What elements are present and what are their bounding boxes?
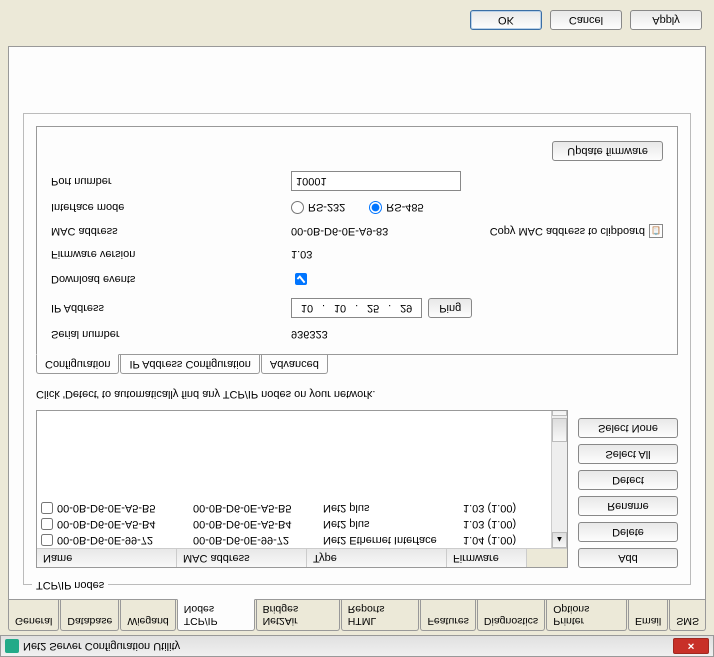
inner-tab-strip: Configuration IP Address Configuration A…: [36, 355, 678, 374]
tab-tcpip-nodes[interactable]: TCP/IP Nodes: [177, 599, 255, 631]
tab-database[interactable]: Database: [60, 600, 119, 631]
ip-octet-2[interactable]: [325, 301, 355, 315]
mac-address-value: 00-0B-D6-0E-A9-83: [291, 225, 388, 237]
mac-address-label: MAC address: [51, 225, 291, 237]
row-checkbox[interactable]: [41, 518, 53, 530]
rename-button[interactable]: Rename: [578, 496, 678, 516]
titlebar: Net2 Server Configuration Utility ✕: [0, 635, 714, 657]
nodes-table: Name MAC address Type Firmware 00-0B-D6-…: [36, 410, 568, 568]
ip-octet-4[interactable]: [391, 301, 421, 315]
tab-net2air-bridges[interactable]: Net2Air Bridges: [256, 600, 340, 631]
row-checkbox[interactable]: [41, 502, 53, 514]
ping-button[interactable]: Ping: [428, 298, 472, 318]
column-firmware[interactable]: Firmware: [447, 549, 527, 567]
table-row[interactable]: 00-0B-D6-0E-A5-B5 00-0B-D6-0E-A5-B5 Net2…: [37, 500, 551, 516]
tab-wiegand[interactable]: Wiegand: [120, 600, 175, 631]
row-checkbox[interactable]: [41, 534, 53, 546]
tab-diagnostics[interactable]: Diagnostics: [477, 600, 545, 631]
ip-address-label: IP Address: [51, 302, 291, 314]
download-events-checkbox[interactable]: [295, 273, 307, 285]
tab-general[interactable]: General: [8, 600, 59, 631]
tab-html-reports[interactable]: HTML Reports: [341, 600, 420, 631]
tab-printer-options[interactable]: Printer Options: [546, 600, 627, 631]
apply-button[interactable]: Apply: [630, 10, 702, 30]
server-config-window: Net2 Server Configuration Utility ✕ Gene…: [0, 0, 714, 657]
ip-octet-1[interactable]: [292, 301, 322, 315]
inner-tab-ip-address-configuration[interactable]: IP Address Configuration: [120, 355, 259, 374]
ip-address-input[interactable]: . . .: [291, 298, 422, 318]
configuration-panel: Serial number 936323 IP Address . . .: [36, 126, 678, 355]
tab-email[interactable]: Email: [628, 600, 668, 631]
side-button-column: Add Delete Rename Detect Select All Sele…: [578, 410, 678, 568]
port-number-input[interactable]: [291, 171, 461, 191]
detect-button[interactable]: Detect: [578, 470, 678, 490]
scroll-thumb[interactable]: [552, 418, 567, 442]
table-body: 00-0B-D6-0E-99-72 00-0B-D6-0E-99-72 Net2…: [37, 410, 551, 548]
rs232-radio[interactable]: RS-232: [291, 201, 345, 214]
rs485-radio[interactable]: RS-485: [369, 201, 423, 214]
fieldset-legend: TCP/IP nodes: [32, 579, 108, 591]
firmware-version-value: 1.03: [291, 248, 663, 260]
scroll-up-icon[interactable]: ▲: [552, 532, 567, 548]
cancel-button[interactable]: Cancel: [550, 10, 622, 30]
scroll-down-icon[interactable]: ▼: [552, 410, 567, 416]
update-firmware-button[interactable]: Update firmware: [552, 141, 663, 161]
download-events-label: Download events: [51, 273, 291, 285]
tab-features[interactable]: Features: [420, 600, 475, 631]
select-all-button[interactable]: Select All: [578, 444, 678, 464]
table-scrollbar[interactable]: ▲ ▼: [551, 410, 567, 548]
copy-mac-label: Copy MAC address to clipboard: [490, 225, 645, 237]
app-icon: [5, 639, 19, 653]
copy-mac-button[interactable]: Copy MAC address to clipboard 📋: [490, 224, 663, 238]
serial-number-label: Serial number: [51, 328, 291, 340]
table-header: Name MAC address Type Firmware: [37, 548, 567, 567]
inner-tab-configuration[interactable]: Configuration: [36, 354, 119, 374]
table-row[interactable]: 00-0B-D6-0E-99-72 00-0B-D6-0E-99-72 Net2…: [37, 532, 551, 548]
column-type[interactable]: Type: [307, 549, 447, 567]
tcpip-nodes-fieldset: TCP/IP nodes Name MAC address Type Firmw…: [23, 113, 691, 585]
tcpip-nodes-panel: TCP/IP nodes Name MAC address Type Firmw…: [8, 46, 706, 600]
port-number-label: Port number: [51, 175, 291, 187]
interface-mode-label: Interface mode: [51, 202, 291, 214]
column-name[interactable]: Name: [37, 549, 177, 567]
detect-hint: Click 'Detect' to automatically find any…: [36, 388, 678, 400]
delete-button[interactable]: Delete: [578, 522, 678, 542]
firmware-version-label: Firmware version: [51, 248, 291, 260]
ip-octet-3[interactable]: [358, 301, 388, 315]
table-row[interactable]: 00-0B-D6-0E-A5-B4 00-0B-D6-0E-A5-B4 Net2…: [37, 516, 551, 532]
column-mac[interactable]: MAC address: [177, 549, 307, 567]
ok-button[interactable]: OK: [470, 10, 542, 30]
dialog-footer: OK Cancel Apply: [0, 0, 714, 38]
inner-tab-advanced[interactable]: Advanced: [261, 355, 328, 374]
clipboard-icon: 📋: [649, 224, 663, 238]
add-button[interactable]: Add: [578, 548, 678, 568]
tab-sms[interactable]: SMS: [669, 600, 706, 631]
select-none-button[interactable]: Select None: [578, 418, 678, 438]
main-tab-strip: General Database Wiegand TCP/IP Nodes Ne…: [0, 600, 714, 635]
window-title: Net2 Server Configuration Utility: [23, 640, 673, 652]
serial-number-value: 936323: [291, 328, 663, 340]
close-icon[interactable]: ✕: [673, 638, 709, 654]
